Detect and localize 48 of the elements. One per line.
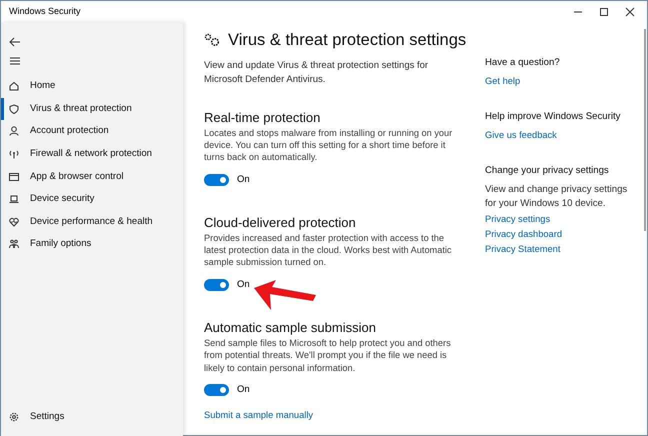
link[interactable]: Privacy dashboard (485, 227, 637, 241)
section-heading: Automatic sample submission (204, 320, 377, 336)
section-heading: Help improve Windows Security (485, 110, 622, 123)
section-description: Provides increased and faster protection with access to the latest protection data in the cloud. Works best with Automatic sample submission turned on. (204, 232, 453, 269)
sidebar-item[interactable]: Virus & threat protection (1, 98, 183, 120)
laptop-icon (9, 194, 19, 204)
link[interactable]: Privacy Statement (485, 242, 637, 256)
section-heading: Change your privacy settings (485, 164, 610, 177)
link[interactable]: Submit a sample manually (204, 409, 314, 424)
sidebar-item[interactable]: App & browser control (1, 165, 183, 188)
arrow-drawing (253, 279, 317, 311)
gears-icon (204, 33, 220, 48)
home-icon (9, 81, 19, 92)
sidebar-item[interactable]: Family options (1, 233, 183, 256)
window-title: Windows Security (8, 5, 81, 18)
sidebar-item[interactable]: Settings (1, 405, 183, 428)
antenna-icon (9, 149, 19, 160)
page-description: View and update Virus & threat protection settings for Microsoft Defender Antivirus. (204, 58, 430, 87)
page-title: Virus & threat protection settings (228, 30, 466, 51)
section-description: Send sample files to Microsoft to help protect you and others from potential threats. We'll prompt you if the file we need is likely to contain personal information. (204, 337, 452, 374)
shield-icon (9, 104, 19, 114)
link[interactable]: Get help (485, 74, 637, 88)
settings-icon (9, 412, 19, 422)
toggle-label: On (237, 382, 250, 397)
sidebar-item[interactable]: Home (1, 75, 183, 98)
scrollbar[interactable] (644, 29, 646, 231)
sidebar-item[interactable]: Account protection (1, 120, 183, 143)
sidebar-item[interactable]: Device security (1, 188, 183, 211)
toggle-switch[interactable] (204, 174, 229, 186)
window-icon (9, 172, 19, 182)
section-heading: Have a question? (485, 56, 561, 69)
section-description: View and change privacy settings for your Windows 10 device. (485, 183, 628, 211)
toggle-label: On (237, 278, 250, 292)
section-heading: Real-time protection (204, 110, 322, 126)
section-heading: Cloud-delivered protection (204, 214, 357, 231)
toggle-label: On (237, 172, 250, 187)
sidebar-item[interactable]: Device performance & health (1, 210, 183, 234)
back-icon[interactable] (9, 36, 21, 47)
heart-icon (9, 216, 19, 227)
family-icon (9, 239, 19, 250)
link[interactable]: Privacy settings (485, 212, 637, 226)
section-description: Locates and stops malware from installing or running on your device. You can turn off this setting for a short time before it turns back on automatically. (204, 126, 454, 164)
person-icon (9, 126, 19, 136)
toggle-switch[interactable] (204, 278, 229, 291)
link[interactable]: Give us feedback (485, 128, 637, 142)
sidebar-item[interactable]: Firewall & network protection (1, 142, 183, 166)
menu-icon[interactable] (9, 56, 21, 65)
toggle-switch[interactable] (204, 384, 229, 396)
